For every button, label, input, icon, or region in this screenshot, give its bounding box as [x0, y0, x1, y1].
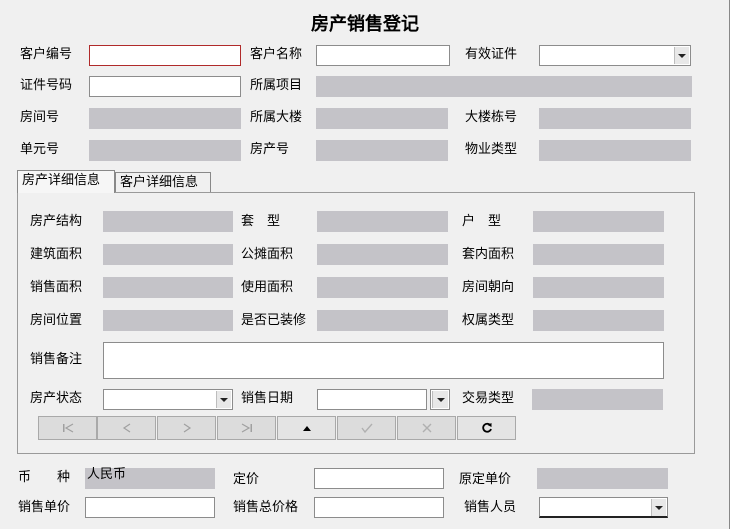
property-type-field [539, 140, 691, 161]
trade-type-label: 交易类型 [462, 391, 515, 406]
remark-textarea[interactable] [103, 342, 664, 379]
refresh-icon [481, 422, 492, 433]
nav-cancel-button[interactable] [397, 416, 456, 440]
tab-customer-detail[interactable]: 客户详细信息 [115, 172, 211, 192]
page-title: 房产销售登记 [311, 14, 419, 35]
valid-id-select[interactable] [539, 45, 691, 66]
position-field [103, 310, 233, 331]
use-area-field [317, 277, 448, 298]
total-price-input[interactable] [314, 497, 444, 518]
ownership-field [533, 310, 664, 331]
currency-label: 币 种 [18, 470, 71, 485]
project-label: 所属项目 [250, 78, 303, 93]
id-no-input[interactable] [89, 76, 241, 97]
nav-first-button[interactable] [38, 416, 97, 440]
check-icon [360, 423, 373, 434]
layout-label: 套 型 [241, 214, 281, 229]
building-field [316, 108, 448, 129]
cancel-x-icon [422, 423, 431, 433]
property-no-field [316, 140, 448, 161]
orientation-field [533, 277, 664, 298]
tab-property-detail[interactable]: 房产详细信息 [17, 170, 115, 193]
valid-id-label: 有效证件 [465, 47, 518, 62]
dropdown-button[interactable] [674, 47, 689, 64]
nav-prev-button[interactable] [97, 416, 156, 440]
chevron-down-icon [678, 53, 686, 58]
ownership-label: 权属类型 [462, 313, 515, 328]
sale-area-field [103, 277, 233, 298]
status-label: 房产状态 [30, 391, 83, 406]
project-field [316, 76, 692, 97]
room-no-field [89, 108, 241, 129]
customer-name-label: 客户名称 [250, 47, 303, 62]
trade-type-field [532, 389, 663, 410]
unit-price-label: 销售单价 [18, 500, 71, 515]
currency-field: 人民币 [85, 468, 215, 489]
decorated-label: 是否已装修 [241, 313, 307, 328]
chevron-down-icon [655, 505, 663, 510]
salesperson-select[interactable] [539, 497, 668, 518]
layout-field [317, 211, 448, 232]
date-picker-button[interactable] [430, 389, 450, 410]
next-record-icon [183, 423, 191, 433]
dropdown-button[interactable] [432, 391, 448, 408]
first-record-icon [62, 423, 73, 433]
sale-area-label: 销售面积 [30, 280, 83, 295]
chevron-down-icon [220, 397, 228, 402]
id-no-label: 证件号码 [20, 78, 73, 93]
customer-name-input[interactable] [316, 45, 450, 66]
insert-record-icon [302, 426, 311, 431]
nav-post-button[interactable] [337, 416, 396, 440]
nav-next-button[interactable] [157, 416, 216, 440]
building-no-label: 大楼栋号 [465, 110, 518, 125]
prev-record-icon [122, 423, 130, 433]
dropdown-button[interactable] [651, 499, 666, 516]
sale-date-input[interactable] [317, 389, 427, 410]
orientation-label: 房间朝向 [462, 280, 515, 295]
property-type-label: 物业类型 [465, 142, 518, 157]
nav-insert-button[interactable] [277, 416, 336, 440]
inner-area-label: 套内面积 [462, 247, 515, 262]
unit-no-label: 单元号 [20, 142, 60, 157]
last-record-icon [241, 423, 252, 433]
remark-label: 销售备注 [30, 352, 83, 367]
household-field [533, 211, 664, 232]
chevron-down-icon [436, 397, 445, 402]
status-select[interactable] [103, 389, 233, 410]
customer-no-label: 客户编号 [20, 47, 73, 62]
unit-no-field [89, 140, 241, 161]
salesperson-label: 销售人员 [464, 500, 517, 515]
price-input[interactable] [314, 468, 444, 489]
room-no-label: 房间号 [20, 110, 60, 125]
structure-field [103, 211, 233, 232]
nav-refresh-button[interactable] [457, 416, 516, 440]
built-area-field [103, 244, 233, 265]
property-no-label: 房产号 [250, 142, 290, 157]
sale-date-label: 销售日期 [241, 391, 294, 406]
building-no-field [539, 108, 691, 129]
decorated-field [317, 310, 448, 331]
total-price-label: 销售总价格 [233, 500, 299, 515]
household-label: 户 型 [462, 214, 502, 229]
shared-area-label: 公摊面积 [241, 247, 294, 262]
use-area-label: 使用面积 [241, 280, 294, 295]
orig-unit-price-label: 原定单价 [459, 472, 512, 487]
building-label: 所属大楼 [250, 110, 303, 125]
customer-no-input[interactable] [89, 45, 241, 66]
price-label: 定价 [233, 472, 260, 487]
inner-area-field [533, 244, 664, 265]
built-area-label: 建筑面积 [30, 247, 83, 262]
unit-price-input[interactable] [85, 497, 215, 518]
position-label: 房间位置 [30, 313, 83, 328]
dropdown-button[interactable] [216, 391, 231, 408]
structure-label: 房产结构 [30, 214, 83, 229]
shared-area-field [317, 244, 448, 265]
nav-last-button[interactable] [217, 416, 276, 440]
orig-unit-price-field [537, 468, 668, 489]
